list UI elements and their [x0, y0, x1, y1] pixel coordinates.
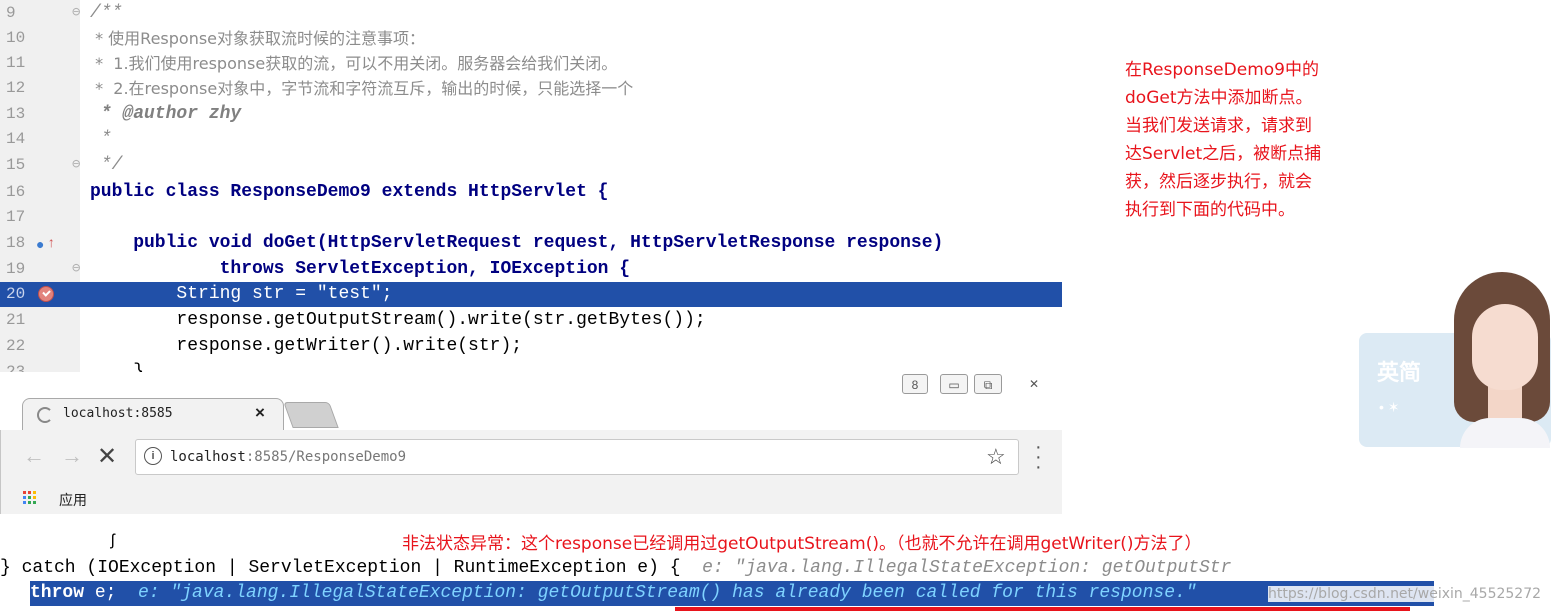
code-line-11[interactable]: 11 * 1.我们使用response获取的流，可以不用关闭。服务器会给我们关闭…: [0, 51, 1062, 76]
code-line-19[interactable]: 19 ⊖ throws ServletException, IOExceptio…: [0, 257, 1062, 282]
code-text: public void doGet(HttpServletRequest req…: [90, 233, 944, 253]
loading-spinner-icon: [37, 407, 53, 423]
code-line-20-breakpoint[interactable]: 20 String str = "test";: [0, 282, 1062, 307]
code-text: public class ResponseDemo9 extends HttpS…: [90, 182, 609, 202]
throw-line-highlighted[interactable]: throw e; e: "java.lang.IllegalStateExcep…: [30, 581, 1434, 606]
line-number: 11: [6, 54, 26, 72]
line-number: 23: [6, 363, 26, 372]
line-number: 13: [6, 105, 26, 123]
code-line-9[interactable]: 9 ⊖ /**: [0, 1, 1062, 26]
code-line-13[interactable]: 13 * @author zhy: [0, 102, 1062, 127]
catch-line[interactable]: } catch (IOException | ServletException …: [0, 556, 1434, 581]
code-text: * @author zhy: [90, 104, 242, 124]
code-line-17[interactable]: 17: [0, 205, 1062, 230]
catch-debug-value: e: "java.lang.IllegalStateException: get…: [680, 558, 1232, 578]
tab-title: localhost:8585: [63, 406, 173, 421]
window-controls: 8 ▭ ⧉ ✕: [896, 372, 1062, 398]
annotation-line: 当我们发送请求，请求到: [1125, 116, 1312, 136]
address-bar[interactable]: i localhost:8585/ResponseDemo9 ☆: [135, 439, 1019, 475]
avatar-brand-text: 英简: [1377, 361, 1422, 386]
new-tab-button[interactable]: [283, 402, 339, 428]
throw-debug-value: e: "java.lang.IllegalStateException: get…: [116, 583, 1197, 603]
code-line-22[interactable]: 22 response.getWriter().write(str);: [0, 334, 1062, 359]
code-line-23[interactable]: 23 }: [0, 360, 1062, 372]
throw-code: e;: [84, 583, 117, 603]
throw-keyword: throw: [30, 583, 85, 603]
code-text: * 使用Response对象获取流时候的注意事项：: [90, 29, 426, 48]
line-number: 15: [6, 156, 26, 174]
site-info-icon[interactable]: i: [144, 447, 162, 465]
implements-arrow-icon[interactable]: ↑: [47, 232, 55, 257]
annotation-line: doGet方法中添加断点。: [1125, 88, 1313, 108]
apps-grid-icon[interactable]: [23, 491, 37, 505]
breakpoint-annotation: 在ResponseDemo9中的 doGet方法中添加断点。 当我们发送请求，请…: [1125, 56, 1385, 224]
tab-localhost[interactable]: localhost:8585 ×: [22, 398, 284, 430]
code-text: */: [90, 155, 123, 175]
annotation-line: 执行到下面的代码中。: [1125, 200, 1295, 220]
browser-tabstrip: localhost:8585 ×: [0, 398, 1062, 430]
line-number: 14: [6, 130, 26, 148]
code-editor[interactable]: 9 ⊖ /** 10 * 使用Response对象获取流时候的注意事项： 11 …: [0, 0, 1062, 372]
code-text: * 1.我们使用response获取的流，可以不用关闭。服务器会给我们关闭。: [90, 54, 618, 73]
browser-menu-icon[interactable]: · · ·: [1035, 437, 1042, 477]
line-number: 17: [6, 208, 26, 226]
close-window-button[interactable]: ✕: [1014, 374, 1054, 394]
code-text: *: [90, 129, 112, 149]
url-host: localhost: [170, 449, 246, 465]
code-line-16[interactable]: 16 public class ResponseDemo9 extends Ht…: [0, 180, 1062, 205]
line-number: 16: [6, 183, 26, 201]
restore-button[interactable]: ⧉: [974, 374, 1002, 394]
line-number: 22: [6, 337, 26, 355]
line-number: 20: [6, 285, 26, 303]
line-number: 18: [6, 234, 26, 252]
avatar-shirt: [1460, 418, 1550, 448]
code-text: throws ServletException, IOException {: [90, 259, 631, 279]
code-line-14[interactable]: 14 *: [0, 127, 1062, 152]
line-number: 10: [6, 29, 26, 47]
code-text: String str = "test";: [90, 284, 393, 304]
code-line-15[interactable]: 15 ⊖ */: [0, 153, 1062, 178]
line-number: 9: [6, 4, 16, 22]
avatar-face: [1472, 304, 1538, 390]
exception-note: 非法状态异常：这个response已经调用过getOutputStream()。…: [402, 534, 1202, 554]
code-text: * 2.在response对象中，字节流和字符流互斥，输出的时候，只能选择一个: [90, 79, 634, 98]
minimize-button[interactable]: ▭: [940, 374, 968, 394]
back-button[interactable]: ←: [23, 443, 45, 469]
code-fragment: ʃ: [108, 532, 118, 550]
avatar: [1436, 268, 1551, 448]
code-line-12[interactable]: 12 * 2.在response对象中，字节流和字符流互斥，输出的时候，只能选择…: [0, 76, 1062, 101]
stop-loading-button[interactable]: ✕: [97, 442, 117, 471]
fold-icon[interactable]: ⊖: [72, 153, 80, 178]
annotation-line: 达Servlet之后，被断点捕: [1125, 144, 1322, 164]
watermark: https://blog.csdn.net/weixin_45525272: [1268, 586, 1542, 602]
user-profile-button[interactable]: 8: [902, 374, 928, 394]
annotation-line: 获，然后逐步执行，就会: [1125, 172, 1312, 192]
apps-bookmark-label[interactable]: 应用: [59, 490, 87, 510]
line-number: 12: [6, 79, 26, 97]
fold-icon[interactable]: ⊖: [72, 257, 80, 282]
url-path: :8585/ResponseDemo9: [245, 449, 407, 465]
code-line-18[interactable]: 18 ● ↑ public void doGet(HttpServletRequ…: [0, 231, 1062, 256]
url-text[interactable]: localhost:8585/ResponseDemo9: [170, 449, 406, 465]
code-line-21[interactable]: 21 response.getOutputStream().write(str.…: [0, 308, 1062, 333]
avatar-decoration: • ✶: [1379, 399, 1400, 415]
code-line-10[interactable]: 10 * 使用Response对象获取流时候的注意事项：: [0, 26, 1062, 51]
code-text: response.getWriter().write(str);: [90, 336, 523, 356]
breakpoint-icon[interactable]: [38, 286, 54, 302]
bookmarks-bar: 应用: [0, 484, 1062, 514]
code-text: /**: [90, 3, 123, 23]
code-text: }: [90, 362, 145, 372]
annotation-line: 在ResponseDemo9中的: [1125, 60, 1319, 80]
code-text: response.getOutputStream().write(str.get…: [90, 310, 706, 330]
bookmark-star-icon[interactable]: ☆: [986, 444, 1006, 470]
fold-icon[interactable]: ⊖: [72, 1, 80, 26]
browser-toolbar: ← → ✕ i localhost:8585/ResponseDemo9 ☆ ·…: [0, 430, 1062, 484]
override-marker-icon[interactable]: ●: [36, 234, 44, 259]
red-underline-mark: [675, 607, 1410, 611]
line-number: 21: [6, 311, 26, 329]
tab-close-button[interactable]: ×: [255, 403, 265, 423]
line-number: 19: [6, 260, 26, 278]
catch-code: } catch (IOException | ServletException …: [0, 558, 681, 578]
forward-button[interactable]: →: [61, 443, 83, 469]
